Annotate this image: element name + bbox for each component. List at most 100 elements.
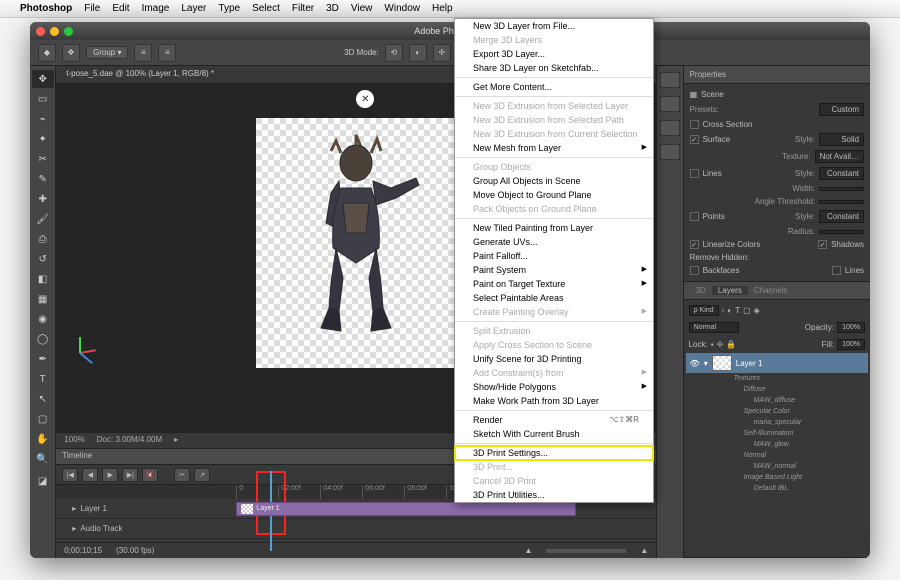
minimize-window-button[interactable]: [50, 27, 59, 36]
lines-checkbox[interactable]: [690, 169, 699, 178]
properties-tab[interactable]: Properties: [690, 70, 726, 79]
lines2-checkbox[interactable]: [832, 266, 841, 275]
color-swap-icon[interactable]: ◪: [32, 470, 54, 492]
menu-item[interactable]: Unify Scene for 3D Printing: [455, 352, 653, 366]
select-menu[interactable]: Select: [252, 3, 280, 14]
zoom-out-icon[interactable]: ▲: [524, 546, 532, 555]
filter-adjust-icon[interactable]: ◐: [727, 306, 732, 315]
history-brush-tool[interactable]: ↺: [32, 250, 54, 268]
menu-item[interactable]: Export 3D Layer...: [455, 47, 653, 61]
window-menu[interactable]: Window: [384, 3, 420, 14]
menu-item[interactable]: Share 3D Layer on Sketchfab...: [455, 61, 653, 75]
menu-item[interactable]: Select Paintable Areas: [455, 291, 653, 305]
menu-item[interactable]: Paint System: [455, 263, 653, 277]
lock-position-icon[interactable]: ✢: [717, 340, 724, 349]
menu-item[interactable]: New Tiled Painting from Layer: [455, 221, 653, 235]
menu-item[interactable]: Group All Objects in Scene: [455, 174, 653, 188]
sublayer-row[interactable]: Textures: [686, 373, 868, 384]
filter-shape-icon[interactable]: ▢: [743, 306, 751, 315]
chevron-right-icon[interactable]: ▸: [72, 524, 76, 533]
3d-rotate-icon[interactable]: ⟲: [385, 44, 403, 62]
sublayer-row[interactable]: Specular Color: [686, 406, 868, 417]
3d-model-figure[interactable]: [266, 128, 446, 358]
path-tool[interactable]: ↖: [32, 390, 54, 408]
menu-item[interactable]: 3D Print Settings...: [455, 446, 653, 460]
menu-item[interactable]: New 3D Layer from File...: [455, 19, 653, 33]
group-select[interactable]: Group ▾: [86, 46, 128, 59]
gradient-tool[interactable]: ▦: [32, 290, 54, 308]
blend-mode-select[interactable]: Normal: [689, 322, 739, 333]
brush-tool[interactable]: 🖌: [32, 210, 54, 228]
healing-tool[interactable]: ✚: [32, 190, 54, 208]
eyedropper-tool[interactable]: ✎: [32, 170, 54, 188]
chevron-right-icon[interactable]: ▸: [72, 504, 76, 513]
split-button[interactable]: ✂: [174, 468, 190, 482]
texture-select[interactable]: Not Avail…: [815, 150, 864, 163]
backfaces-checkbox[interactable]: [690, 266, 699, 275]
cross-section-checkbox[interactable]: [690, 120, 699, 129]
play-button[interactable]: ▶: [102, 468, 118, 482]
fill-input[interactable]: 100%: [837, 339, 865, 350]
sublayer-row[interactable]: MAW_diffuse: [686, 395, 868, 406]
timeline-audio-track[interactable]: ▸ Audio Track: [56, 519, 656, 539]
menu-item[interactable]: Move Object to Ground Plane: [455, 188, 653, 202]
surface-checkbox[interactable]: [690, 135, 699, 144]
layers-tab[interactable]: Layers: [712, 286, 748, 295]
sublayer-row[interactable]: MAW_glow: [686, 439, 868, 450]
app-menu[interactable]: Photoshop: [20, 3, 72, 14]
sublayer-row[interactable]: Default IBL: [686, 483, 868, 494]
menu-item[interactable]: Paint Falloff...: [455, 249, 653, 263]
goto-first-button[interactable]: |◀: [62, 468, 78, 482]
marquee-tool[interactable]: ▭: [32, 90, 54, 108]
layer-name[interactable]: Layer 1: [736, 359, 763, 368]
transition-button[interactable]: ↗: [194, 468, 210, 482]
align-icon-2[interactable]: ≡: [158, 44, 176, 62]
styles-panel-icon[interactable]: [660, 144, 680, 160]
file-menu[interactable]: File: [84, 3, 100, 14]
layer-menu[interactable]: Layer: [181, 3, 206, 14]
type-menu[interactable]: Type: [218, 3, 240, 14]
points-checkbox[interactable]: [690, 212, 699, 221]
sublayer-row[interactable]: Diffuse: [686, 384, 868, 395]
timecode[interactable]: 0;00;10;15: [64, 546, 102, 555]
radius-input[interactable]: [819, 230, 864, 234]
layer-row[interactable]: 👁 ▾ Layer 1: [686, 353, 868, 373]
next-frame-button[interactable]: ▶|: [122, 468, 138, 482]
dodge-tool[interactable]: ◯: [32, 330, 54, 348]
menu-item[interactable]: Paint on Target Texture: [455, 277, 653, 291]
chevron-down-icon[interactable]: ▾: [704, 359, 708, 368]
zoom-slider[interactable]: [546, 549, 626, 553]
audio-mute-button[interactable]: 🔇: [142, 468, 158, 482]
swatches-panel-icon[interactable]: [660, 96, 680, 112]
mac-menubar[interactable]: Photoshop File Edit Image Layer Type Sel…: [0, 0, 900, 18]
filter-menu[interactable]: Filter: [292, 3, 314, 14]
filter-type-icon[interactable]: T: [735, 306, 740, 315]
menu-item[interactable]: Generate UVs...: [455, 235, 653, 249]
status-arrow-icon[interactable]: ▸: [174, 435, 178, 446]
lock-all-icon[interactable]: 🔒: [726, 340, 736, 349]
filter-smart-icon[interactable]: ◈: [754, 306, 760, 315]
menu-item[interactable]: Get More Content...: [455, 80, 653, 94]
canvas-document[interactable]: [256, 118, 456, 368]
shape-tool[interactable]: ▢: [32, 410, 54, 428]
sublayer-row[interactable]: Image Based Light: [686, 472, 868, 483]
timeline-clip[interactable]: Layer 1: [236, 502, 576, 516]
kind-filter[interactable]: ρ Kind: [689, 305, 719, 316]
menu-item[interactable]: Show/Hide Polygons: [455, 380, 653, 394]
3d-tab[interactable]: 3D: [690, 286, 712, 295]
surface-style-select[interactable]: Solid: [819, 133, 864, 146]
prev-frame-button[interactable]: ◀: [82, 468, 98, 482]
color-panel-icon[interactable]: [660, 72, 680, 88]
shadows-checkbox[interactable]: [818, 240, 827, 249]
move-tool[interactable]: ✥: [32, 70, 54, 88]
eraser-tool[interactable]: ◧: [32, 270, 54, 288]
menu-item[interactable]: 3D Print Utilities...: [455, 488, 653, 502]
angle-input[interactable]: [819, 200, 864, 204]
hand-tool[interactable]: ✋: [32, 430, 54, 448]
3d-axis-gizmo[interactable]: [80, 352, 110, 382]
menu-item[interactable]: Make Work Path from 3D Layer: [455, 394, 653, 408]
image-menu[interactable]: Image: [142, 3, 170, 14]
edit-menu[interactable]: Edit: [112, 3, 129, 14]
3d-dropdown-menu[interactable]: New 3D Layer from File...Merge 3D Layers…: [454, 18, 654, 503]
3d-menu[interactable]: 3D: [326, 3, 339, 14]
